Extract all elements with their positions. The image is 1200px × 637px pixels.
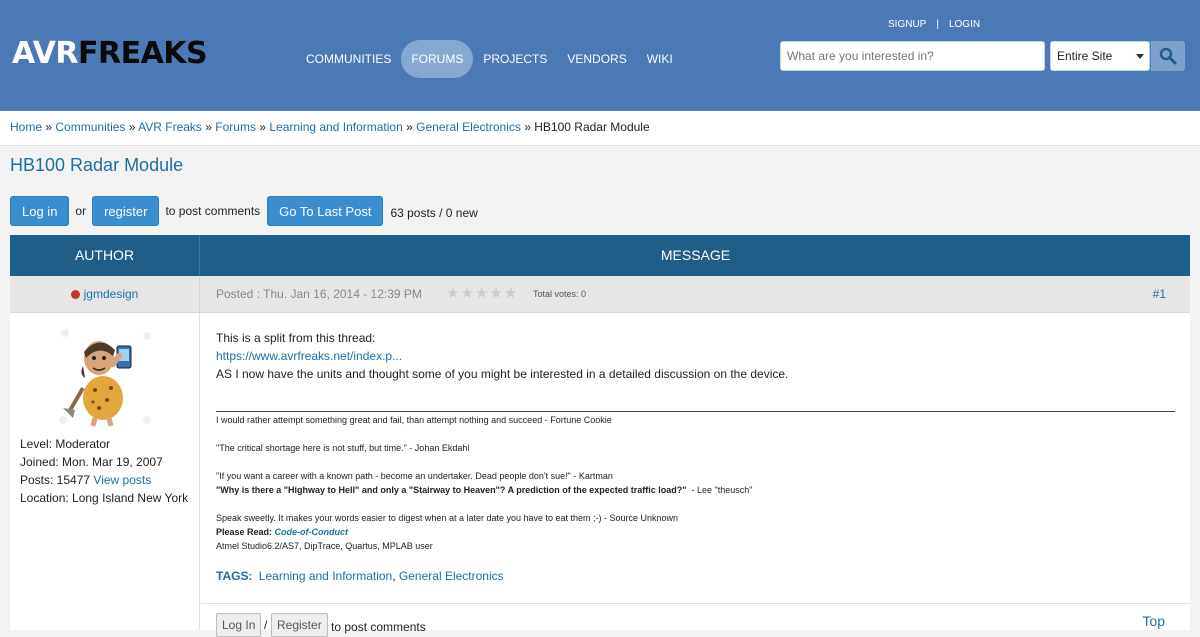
author-level: Level: Moderator	[20, 437, 111, 451]
tag-learning[interactable]: Learning and Information	[259, 569, 392, 583]
footer-to-post-text: to post comments	[331, 620, 426, 634]
author-link[interactable]: jgmdesign	[84, 287, 139, 301]
message-panel: This is a split from this thread: https:…	[201, 313, 1190, 637]
thread-actions: Log in or register to post comments Go T…	[10, 196, 478, 226]
post-text-line: AS I now have the units and thought some…	[216, 367, 789, 381]
author-panel: Level: Moderator Joined: Mon. Mar 19, 20…	[10, 313, 200, 630]
post-permalink[interactable]: #1	[1153, 276, 1166, 313]
author-column-header: AUTHOR	[10, 235, 200, 276]
star-icon[interactable]: ★	[475, 286, 488, 301]
or-text: or	[75, 204, 87, 218]
breadcrumb-home[interactable]: Home	[10, 120, 42, 134]
breadcrumb-forums[interactable]: Forums	[215, 120, 256, 134]
signature-line: Speak sweetly. It makes your words easie…	[216, 513, 679, 523]
breadcrumb-sep: »	[524, 120, 531, 134]
thread-link[interactable]: https://www.avrfreaks.net/index.p...	[216, 347, 1176, 365]
tag-separator: ,	[392, 569, 396, 583]
signature-quote-author: - Lee "theusch"	[686, 485, 753, 495]
star-icon[interactable]: ★	[489, 286, 502, 301]
search-button[interactable]	[1151, 41, 1185, 71]
signature-line: "The critical shortage here is not stuff…	[216, 443, 470, 453]
signature-line: Please Read: Code-of-Conduct	[216, 525, 1175, 539]
post-meta-row: jgmdesign Posted : Thu. Jan 16, 2014 - 1…	[10, 276, 1190, 313]
post-author: jgmdesign	[10, 276, 200, 313]
code-of-conduct-link[interactable]: Code-of-Conduct	[275, 527, 348, 537]
nav-projects[interactable]: PROJECTS	[473, 40, 557, 78]
please-read-label: Please Read:	[216, 527, 275, 537]
message-column-header: MESSAGE	[660, 247, 731, 263]
footer-register-button[interactable]: Register	[271, 613, 328, 637]
register-button[interactable]: register	[92, 196, 160, 226]
rating-stars: ★ ★ ★ ★ ★	[446, 286, 517, 301]
nav-wiki[interactable]: WIKI	[637, 40, 683, 78]
account-divider: |	[936, 19, 939, 30]
search-input[interactable]	[780, 41, 1045, 71]
star-icon[interactable]: ★	[446, 286, 459, 301]
breadcrumb-learning[interactable]: Learning and Information	[269, 120, 402, 134]
post-date: Posted : Thu. Jan 16, 2014 - 12:39 PM	[216, 287, 422, 301]
main-nav: COMMUNITIES FORUMS PROJECTS VENDORS WIKI	[296, 40, 683, 78]
login-button[interactable]: Log in	[10, 196, 70, 226]
signature: I would rather attempt something great a…	[216, 411, 1175, 553]
caret-down-icon	[1136, 54, 1144, 59]
site-header: AVRFREAKS COMMUNITIES FORUMS PROJECTS VE…	[0, 0, 1200, 111]
signup-link[interactable]: SIGNUP	[888, 19, 926, 30]
breadcrumb-sep: »	[205, 120, 212, 134]
post-count: 63 posts / 0 new	[390, 206, 478, 220]
post-content: This is a split from this thread: https:…	[216, 329, 1176, 383]
tag-general-electronics[interactable]: General Electronics	[399, 569, 504, 583]
account-links: SIGNUP | LOGIN	[888, 19, 980, 30]
nav-communities[interactable]: COMMUNITIES	[296, 40, 401, 78]
total-votes: Total votes: 0	[533, 289, 587, 299]
star-icon[interactable]: ★	[460, 286, 473, 301]
footer-login-button[interactable]: Log In	[216, 613, 262, 637]
logo-avr: AVR	[12, 36, 79, 71]
author-location: Location: Long Island New York	[20, 491, 189, 505]
breadcrumb-sep: »	[406, 120, 413, 134]
login-link[interactable]: LOGIN	[949, 19, 980, 30]
author-info: Level: Moderator Joined: Mon. Mar 19, 20…	[20, 435, 188, 507]
nav-vendors[interactable]: VENDORS	[557, 40, 636, 78]
signature-line: I would rather attempt something great a…	[216, 415, 612, 425]
tags-label: TAGS:	[216, 569, 253, 583]
author-joined: Joined: Mon. Mar 19, 2007	[20, 455, 163, 469]
search-scope-value: Entire Site	[1057, 49, 1113, 63]
view-posts-link[interactable]: View posts	[93, 473, 151, 487]
breadcrumb-current: HB100 Radar Module	[534, 120, 650, 134]
signature-line: Atmel Studio6.2/AS7, DipTrace, Quartus, …	[216, 541, 433, 551]
search-scope-select[interactable]: Entire Site	[1050, 41, 1150, 71]
breadcrumb-sep: »	[128, 120, 136, 134]
post-body-row: Level: Moderator Joined: Mon. Mar 19, 20…	[10, 313, 1190, 637]
offline-status-icon	[70, 290, 80, 299]
avrfreaks-logo[interactable]: AVRFREAKS	[12, 36, 208, 71]
breadcrumb: Home » Communities » AVR Freaks » Forums…	[0, 111, 1200, 146]
nav-forums[interactable]: FORUMS	[401, 40, 474, 78]
star-icon[interactable]: ★	[504, 286, 517, 301]
search-icon	[1159, 47, 1177, 65]
breadcrumb-general-electronics[interactable]: General Electronics	[416, 120, 521, 134]
post-tags: TAGS: Learning and Information, General …	[216, 569, 504, 583]
signature-bold-quote: "Why is there a "Highway to Hell" and on…	[216, 485, 687, 495]
author-post-count: Posts: 15477	[20, 473, 91, 487]
post-footer: Log In / Register to post comments Top	[201, 603, 1190, 637]
page-title: HB100 Radar Module	[10, 155, 184, 175]
breadcrumb-sep: »	[259, 120, 266, 134]
signature-line: "Why is there a "Highway to Hell" and on…	[216, 483, 1175, 497]
author-posts: Posts: 15477 View posts	[20, 471, 188, 489]
signature-line: "If you want a career with a known path …	[216, 471, 613, 481]
post-text-line: This is a split from this thread:	[216, 331, 376, 345]
breadcrumb-sep: »	[45, 120, 53, 134]
breadcrumb-avr-freaks[interactable]: AVR Freaks	[138, 120, 202, 134]
go-to-last-post-button[interactable]: Go To Last Post	[267, 196, 384, 226]
to-post-text: to post comments	[165, 204, 261, 218]
breadcrumb-communities[interactable]: Communities	[55, 120, 125, 134]
back-to-top-link[interactable]: Top	[1142, 613, 1165, 629]
logo-freaks: FREAKS	[78, 36, 208, 71]
posts-table-header: AUTHOR MESSAGE	[10, 235, 1190, 276]
avatar	[59, 329, 151, 427]
